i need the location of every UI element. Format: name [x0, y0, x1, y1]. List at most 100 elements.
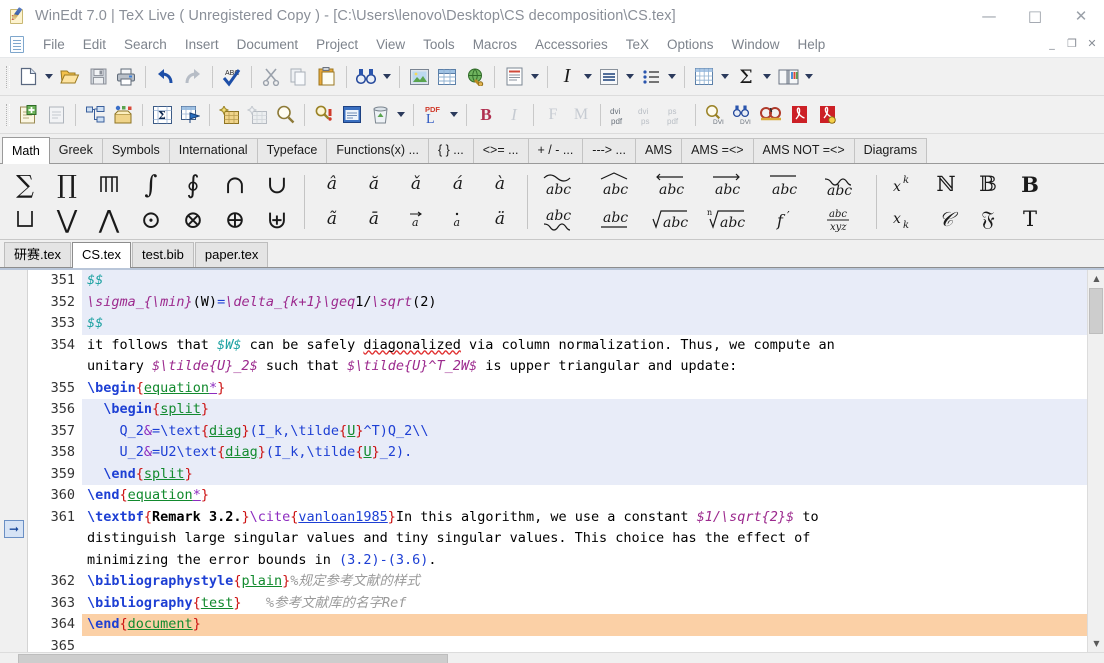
- pdf-L-button[interactable]: PDF L: [419, 101, 447, 129]
- menu-window[interactable]: Window: [723, 34, 789, 55]
- find-dropdown[interactable]: [380, 63, 394, 91]
- widetilde-abc-icon[interactable]: abc: [534, 167, 590, 202]
- prime-f-icon[interactable]: f ′: [758, 202, 814, 237]
- magnifier-exclaim-button[interactable]: [310, 101, 338, 129]
- paste-button[interactable]: [313, 63, 341, 91]
- sqrt-abc-icon[interactable]: abc: [646, 202, 702, 237]
- tabular-dropdown[interactable]: [718, 63, 732, 91]
- code-line[interactable]: 354 it follows that $W$ can be safely dia…: [28, 334, 1104, 357]
- overbrace-abc-icon[interactable]: abc: [814, 167, 870, 202]
- code-line-text[interactable]: \end{split}: [82, 463, 1104, 485]
- code-line-text[interactable]: it follows that $W$ can be safely diagon…: [82, 335, 1104, 357]
- ghostscript-button[interactable]: [757, 101, 785, 129]
- menu-options[interactable]: Options: [658, 34, 723, 55]
- close-button[interactable]: ✕: [1058, 0, 1104, 32]
- code-line-text[interactable]: \begin{split}: [82, 399, 1104, 421]
- underbrace-abc-icon[interactable]: abc: [534, 202, 590, 237]
- underline-abc-icon[interactable]: abc: [590, 202, 646, 237]
- menu-tools[interactable]: Tools: [414, 34, 464, 55]
- copy-button[interactable]: [285, 63, 313, 91]
- acrobat-button[interactable]: [785, 101, 813, 129]
- code-line-text[interactable]: Q_2&=\text{diag}(I_k,\tilde{U}^T)Q_2\\: [82, 420, 1104, 442]
- console-window-button[interactable]: [338, 101, 366, 129]
- math-tab-symbols[interactable]: Symbols: [101, 138, 170, 163]
- italic-button[interactable]: I: [553, 63, 581, 91]
- hat-a-icon[interactable]: â: [311, 167, 353, 202]
- subscript-icon[interactable]: xk: [883, 202, 925, 237]
- makeindex-italic-I-button[interactable]: I: [500, 101, 528, 129]
- insert-table-button[interactable]: [433, 63, 461, 91]
- gray-grid-button[interactable]: [243, 101, 271, 129]
- search-dvi-button[interactable]: DVI: [729, 101, 757, 129]
- menu-view[interactable]: View: [367, 34, 414, 55]
- code-line-text[interactable]: \bibliographystyle{plain}%规定参考文献的样式: [82, 571, 1104, 593]
- math-tab-operators[interactable]: + / - ...: [527, 138, 584, 163]
- mdi-restore-button[interactable]: ❐: [1062, 34, 1082, 54]
- menu-edit[interactable]: Edit: [74, 34, 115, 55]
- math-tab-ams-rel[interactable]: AMS =<>: [681, 138, 754, 163]
- pdf-L-dropdown[interactable]: [447, 101, 461, 129]
- menu-help[interactable]: Help: [789, 34, 835, 55]
- dvi-pdf-button[interactable]: dvi pdf: [606, 101, 634, 129]
- prod-icon[interactable]: ∏: [46, 167, 88, 202]
- oint-icon[interactable]: ∮: [172, 167, 214, 202]
- fraktur-F-icon[interactable]: 𝔉: [967, 202, 1009, 237]
- print-button[interactable]: [112, 63, 140, 91]
- code-line[interactable]: 352 \sigma_{\min}(W)=\delta_{k+1}\geq1/\s…: [28, 291, 1104, 313]
- math-tab-diagrams[interactable]: Diagrams: [853, 138, 928, 163]
- code-line-text[interactable]: $$: [82, 270, 1104, 292]
- math-tab-math[interactable]: Math: [2, 137, 50, 164]
- menu-project[interactable]: Project: [307, 34, 367, 55]
- sparkle-grid-button[interactable]: [215, 101, 243, 129]
- preview-magnifier-button[interactable]: [271, 101, 299, 129]
- otimes-icon[interactable]: ⊗: [172, 202, 214, 237]
- roman-T-icon[interactable]: T: [1009, 202, 1051, 237]
- bibtex-bold-B-button[interactable]: B: [472, 101, 500, 129]
- code-line-text[interactable]: unitary $\tilde{U}_2$ such that $\tilde{…: [82, 356, 1104, 378]
- code-line[interactable]: 353 $$: [28, 313, 1104, 335]
- project-close-button[interactable]: [42, 101, 70, 129]
- cap-icon[interactable]: ∩: [214, 167, 256, 202]
- code-line[interactable]: 357 Q_2&=\text{diag}(I_k,\tilde{U}^T)Q_2…: [28, 420, 1104, 442]
- code-line[interactable]: 363 \bibliography{test} %参考文献库的名字Ref: [28, 592, 1104, 615]
- code-line-text[interactable]: \begin{equation*}: [82, 378, 1104, 400]
- code-line-text[interactable]: U_2&=U2\text{diag}(I_k,\tilde{U}_2).: [82, 442, 1104, 464]
- menu-accessories[interactable]: Accessories: [526, 34, 617, 55]
- int-icon[interactable]: ∫: [130, 167, 172, 202]
- math-tab-typeface[interactable]: Typeface: [256, 138, 328, 163]
- blackboard-B-icon[interactable]: 𝔹: [967, 167, 1009, 202]
- code-editor[interactable]: 351 $$ 352 \sigma_{\min}(W)=\delta_{k+1}\ge…: [28, 270, 1104, 652]
- overleftarrow-abc-icon[interactable]: abc: [646, 167, 702, 202]
- toolbar-grip[interactable]: [6, 65, 10, 88]
- menu-file[interactable]: File: [34, 34, 74, 55]
- code-line-text[interactable]: \bibliography{test} %参考文献库的名字Ref: [82, 593, 1104, 615]
- bookmark-gutter[interactable]: ➞: [0, 270, 28, 652]
- math-tab-ams-not-rel[interactable]: AMS NOT =<>: [752, 138, 855, 163]
- align-paragraph-button[interactable]: [595, 63, 623, 91]
- redo-button[interactable]: [179, 63, 207, 91]
- code-line[interactable]: 356 \begin{split}: [28, 399, 1104, 421]
- coprod-icon[interactable]: [88, 167, 130, 202]
- cleanup-dropdown[interactable]: [394, 101, 408, 129]
- bullet-list-button[interactable]: [637, 63, 665, 91]
- file-tab-cs-tex[interactable]: CS.tex: [71, 242, 131, 268]
- preview-dvi-button[interactable]: DVI: [701, 101, 729, 129]
- math-tab-ams[interactable]: AMS: [634, 138, 683, 163]
- math-tab-relations[interactable]: <>= ...: [472, 138, 529, 163]
- menu-insert[interactable]: Insert: [176, 34, 228, 55]
- document-template-button[interactable]: [500, 63, 528, 91]
- grid-flag-button[interactable]: [176, 101, 204, 129]
- code-line-text[interactable]: [82, 636, 1104, 653]
- file-tab-paper-tex[interactable]: paper.tex: [194, 242, 269, 267]
- math-tab-braces[interactable]: { } ...: [428, 138, 474, 163]
- menu-tex[interactable]: TeX: [617, 34, 658, 55]
- frac-abc-xyz-icon[interactable]: abc xyz: [814, 202, 870, 237]
- cut-button[interactable]: [257, 63, 285, 91]
- code-line-text[interactable]: distinguish large singular values and ti…: [82, 528, 1104, 550]
- widehat-abc-icon[interactable]: abc: [590, 167, 646, 202]
- odot-icon[interactable]: ⊙: [130, 202, 172, 237]
- sigma-grid-button[interactable]: Σ: [148, 101, 176, 129]
- bold-B-icon[interactable]: B: [1009, 167, 1051, 202]
- abc-check-icon[interactable]: ABC: [218, 63, 246, 91]
- nthroot-abc-icon[interactable]: n abc: [702, 202, 758, 237]
